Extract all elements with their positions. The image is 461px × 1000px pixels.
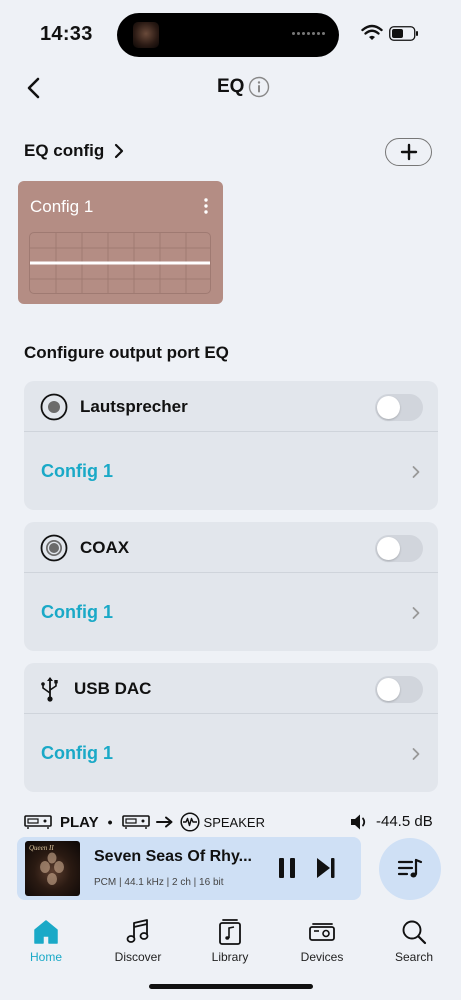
- port-name: Lautsprecher: [80, 397, 188, 416]
- status-bar: 14:33: [0, 0, 461, 70]
- now-playing-bar[interactable]: Queen II Seven Seas Of Rhy... PCM | 44.1…: [17, 837, 361, 900]
- pause-icon[interactable]: [277, 857, 297, 879]
- chevron-right-icon: [412, 466, 420, 478]
- chevron-right-icon: [412, 748, 420, 760]
- chevron-right-icon: [412, 607, 420, 619]
- tab-library[interactable]: Library: [190, 910, 270, 964]
- playback-state: PLAY: [60, 813, 99, 831]
- tab-home[interactable]: Home: [6, 910, 86, 964]
- port-name: COAX: [80, 538, 130, 557]
- album-art: Queen II: [25, 841, 80, 896]
- source-device-icon: [24, 815, 52, 829]
- output-device-label: SPEAKER: [203, 814, 265, 830]
- toggle-knob: [377, 537, 400, 560]
- output-section-title: Configure output port EQ: [24, 343, 229, 362]
- tab-label: Home: [29, 950, 62, 964]
- port-enable-toggle[interactable]: [375, 676, 423, 703]
- battery-icon: [389, 26, 418, 41]
- music-note-icon: [126, 919, 149, 943]
- status-time: 14:33: [40, 23, 93, 45]
- port-config-link[interactable]: Config 1: [41, 743, 113, 764]
- next-track-icon[interactable]: [316, 857, 336, 879]
- volume-value: -44.5 dB: [376, 813, 433, 830]
- port-card-lautsprecher: Lautsprecher Config 1: [24, 381, 438, 510]
- tab-label: Devices: [300, 950, 344, 964]
- track-title: Seven Seas Of Rhy...: [94, 848, 252, 865]
- eq-curve-preview: [29, 232, 211, 294]
- home-indicator: [149, 984, 313, 989]
- queue-button[interactable]: [379, 838, 441, 900]
- usb-icon: [41, 677, 58, 702]
- tab-label: Discover: [114, 950, 162, 964]
- queue-icon: [397, 858, 423, 878]
- add-config-button[interactable]: [385, 138, 432, 166]
- tab-label: Library: [211, 950, 249, 964]
- search-icon: [402, 920, 427, 945]
- tab-discover[interactable]: Discover: [98, 910, 178, 964]
- speaker-port-icon: [40, 393, 68, 421]
- info-icon[interactable]: [248, 76, 270, 98]
- tab-bar: Home Discover Library Devices Search: [0, 910, 461, 970]
- port-row: USB DAC: [24, 663, 438, 714]
- toggle-knob: [377, 678, 400, 701]
- coax-port-icon: [40, 534, 68, 562]
- volume-icon[interactable]: [350, 813, 370, 831]
- dynamic-island[interactable]: [117, 13, 339, 57]
- playback-info-bar[interactable]: PLAY • SPEAKER -44.5 dB: [24, 812, 438, 832]
- port-card-usb-dac: USB DAC Config 1: [24, 663, 438, 792]
- devices-icon: [309, 923, 335, 941]
- more-vertical-icon[interactable]: [203, 197, 209, 215]
- port-enable-toggle[interactable]: [375, 394, 423, 421]
- eq-config-card[interactable]: Config 1: [18, 181, 223, 304]
- port-row: COAX: [24, 522, 438, 573]
- tab-devices[interactable]: Devices: [282, 910, 362, 964]
- island-album-art: [133, 22, 159, 48]
- device-icon: [121, 815, 150, 829]
- chevron-right-icon: [115, 143, 124, 159]
- port-enable-toggle[interactable]: [375, 535, 423, 562]
- toggle-knob: [377, 396, 400, 419]
- page-title: EQ: [217, 76, 245, 97]
- port-config-link[interactable]: Config 1: [41, 461, 113, 482]
- speaker-output-icon: [179, 812, 200, 832]
- eq-config-title: EQ config: [24, 141, 105, 160]
- port-name: USB DAC: [74, 679, 152, 698]
- plus-icon: [400, 143, 417, 161]
- port-config-link[interactable]: Config 1: [41, 602, 113, 623]
- home-icon: [34, 920, 58, 944]
- island-waveform-icon: [292, 32, 325, 35]
- tab-label: Search: [394, 950, 434, 964]
- port-row: Lautsprecher: [24, 381, 438, 432]
- library-icon: [219, 919, 241, 945]
- config-card-label: Config 1: [30, 197, 94, 216]
- back-icon[interactable]: [20, 74, 48, 102]
- separator-dot: •: [107, 814, 113, 830]
- wifi-icon: [361, 24, 383, 40]
- arrow-right-icon: [155, 816, 173, 828]
- port-card-coax: COAX Config 1: [24, 522, 438, 651]
- eq-config-header[interactable]: EQ config: [24, 141, 126, 161]
- tab-search[interactable]: Search: [374, 910, 454, 964]
- track-format: PCM | 44.1 kHz | 2 ch | 16 bit: [94, 877, 224, 888]
